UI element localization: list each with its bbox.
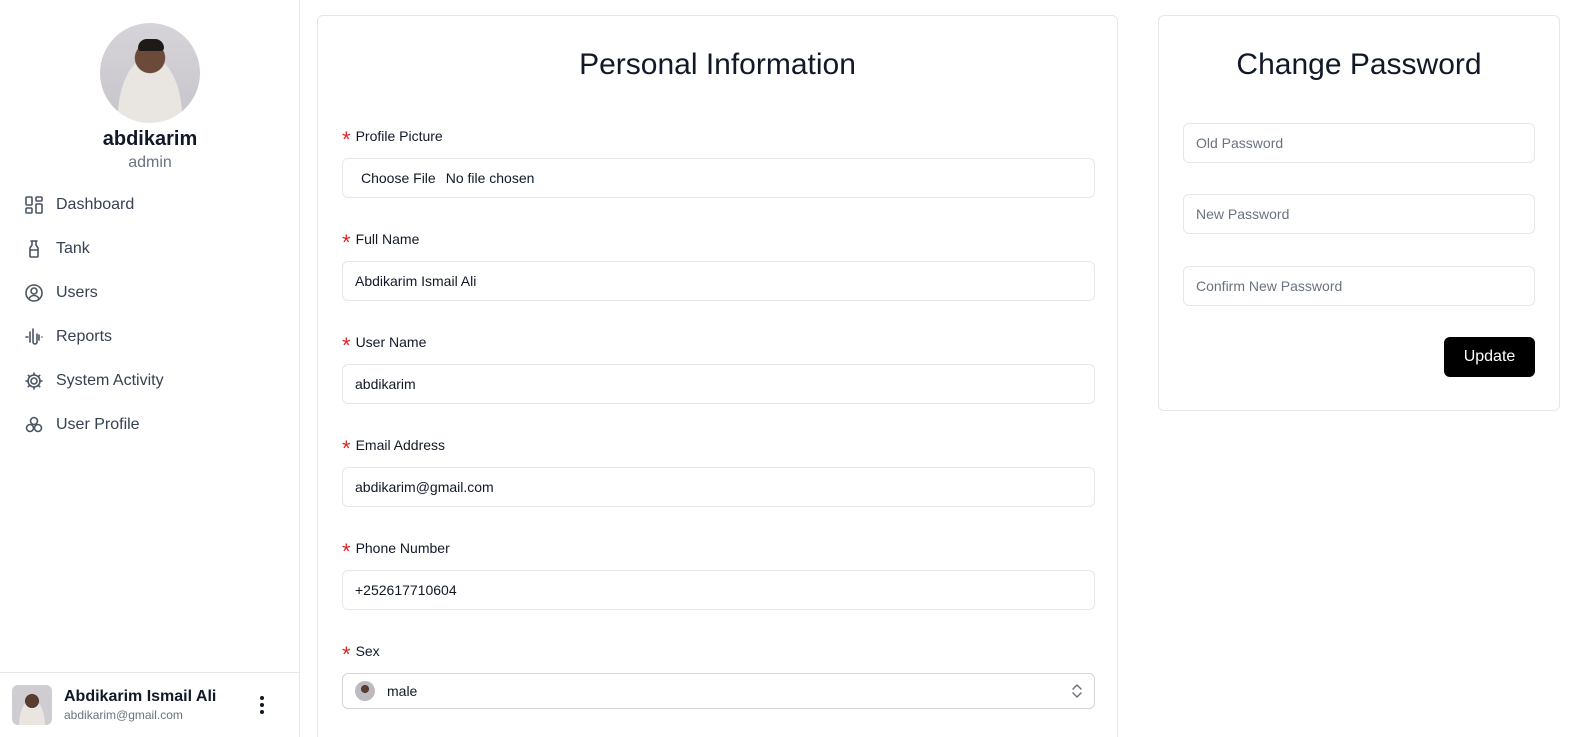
sidebar-item-label: Tank	[56, 240, 90, 257]
change-password-card: Change Password Old Password New Passwor…	[1158, 15, 1560, 411]
sidebar-item-reports[interactable]: Reports	[0, 321, 300, 353]
user-name-field: * User Name abdikarim	[342, 332, 1095, 404]
required-asterisk: *	[342, 127, 351, 152]
field-label: User Name	[355, 334, 427, 350]
required-asterisk: *	[342, 642, 351, 667]
personal-information-card: Personal Information * Profile Picture Ch…	[317, 15, 1118, 737]
profile-picture-field: * Profile Picture Choose File No file cho…	[342, 126, 1095, 198]
file-input[interactable]: Choose File No file chosen	[342, 158, 1095, 198]
confirm-password-input[interactable]: Confirm New Password	[1183, 266, 1535, 306]
old-password-input[interactable]: Old Password	[1183, 123, 1535, 163]
avatar	[100, 23, 200, 123]
sidebar-item-user-profile[interactable]: User Profile	[0, 409, 300, 441]
sidebar-item-system-activity[interactable]: System Activity	[0, 365, 300, 397]
phone-field: * Phone Number +252617710604	[342, 538, 1095, 610]
sidebar-item-label: System Activity	[56, 372, 164, 389]
sidebar-item-users[interactable]: Users	[0, 277, 300, 309]
email-field: * Email Address abdikarim@gmail.com	[342, 435, 1095, 507]
sidebar: abdikarim admin Dashboard Tank Users Rep…	[0, 0, 300, 737]
full-name-input[interactable]: Abdikarim Ismail Ali	[342, 261, 1095, 301]
gear-icon	[24, 371, 44, 391]
user-circle-icon	[24, 283, 44, 303]
footer-user-name: Abdikarim Ismail Ali	[64, 688, 217, 705]
required-asterisk: *	[342, 333, 351, 358]
required-asterisk: *	[342, 539, 351, 564]
profile-role: admin	[128, 154, 172, 171]
sidebar-item-tank[interactable]: Tank	[0, 233, 300, 265]
avatar	[12, 685, 52, 725]
sex-field: * Sex male	[342, 641, 1095, 709]
sidebar-item-label: Dashboard	[56, 196, 135, 213]
file-status: No file chosen	[445, 170, 535, 186]
bottle-icon	[24, 239, 44, 259]
profile-username: abdikarim	[102, 128, 198, 150]
sex-select[interactable]: male	[342, 673, 1095, 709]
update-button[interactable]: Update	[1444, 337, 1535, 377]
sidebar-nav: Dashboard Tank Users Reports System Acti…	[0, 189, 300, 453]
user-name-input[interactable]: abdikarim	[342, 364, 1095, 404]
sidebar-item-label: Users	[56, 284, 98, 301]
field-label: Profile Picture	[355, 128, 443, 144]
email-input[interactable]: abdikarim@gmail.com	[342, 467, 1095, 507]
sidebar-item-dashboard[interactable]: Dashboard	[0, 189, 300, 221]
required-asterisk: *	[342, 436, 351, 461]
sidebar-item-label: Reports	[56, 328, 113, 345]
footer-user-email: abdikarim@gmail.com	[64, 708, 183, 722]
sex-select-value: male	[387, 683, 418, 699]
sidebar-user-footer: Abdikarim Ismail Ali abdikarim@gmail.com	[0, 672, 300, 737]
choose-file-button[interactable]: Choose File	[361, 170, 436, 186]
required-asterisk: *	[342, 230, 351, 255]
more-vertical-icon[interactable]	[250, 693, 274, 717]
avatar	[355, 681, 375, 701]
field-label: Email Address	[355, 437, 446, 453]
field-label: Sex	[355, 643, 380, 659]
circles-icon	[24, 415, 44, 435]
chevron-up-down-icon	[1072, 684, 1082, 698]
waveform-icon	[24, 327, 44, 347]
full-name-field: * Full Name Abdikarim Ismail Ali	[342, 229, 1095, 301]
field-label: Full Name	[355, 231, 420, 247]
new-password-input[interactable]: New Password	[1183, 194, 1535, 234]
page-title: Personal Information	[579, 48, 856, 81]
sidebar-profile: abdikarim admin	[0, 23, 300, 174]
phone-input[interactable]: +252617710604	[342, 570, 1095, 610]
field-label: Phone Number	[355, 540, 450, 556]
change-password-title: Change Password	[1236, 48, 1482, 81]
dashboard-icon	[24, 195, 44, 215]
sidebar-item-label: User Profile	[56, 416, 140, 433]
